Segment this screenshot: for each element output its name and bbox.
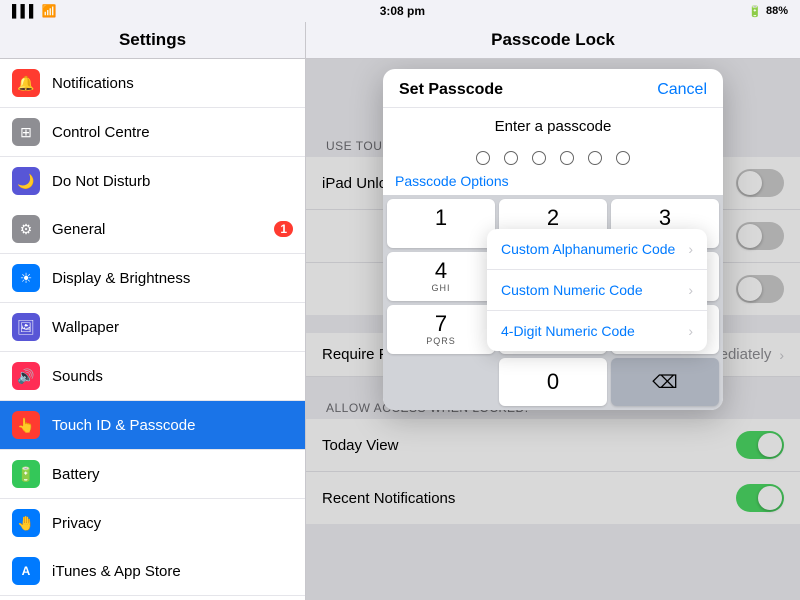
battery-label: Battery (52, 466, 293, 483)
cancel-button[interactable]: Cancel (657, 81, 707, 99)
set-passcode-button[interactable]: Set Passcode (399, 81, 503, 99)
passcode-dots (383, 143, 723, 169)
dropdown-4-digit[interactable]: 4-Digit Numeric Code › (487, 311, 707, 351)
control-centre-label: Control Centre (52, 124, 293, 141)
battery-icon-nav: 🔋 (12, 460, 40, 488)
itunes-icon: A (12, 557, 40, 585)
4-digit-chevron: › (688, 323, 693, 339)
custom-numeric-chevron: › (688, 282, 693, 298)
key-1[interactable]: 1 (387, 199, 495, 248)
key-delete[interactable]: ⌫ (611, 358, 719, 406)
status-time: 3:08 pm (380, 4, 425, 18)
general-icon: ⚙ (12, 215, 40, 243)
status-left: ▌▌▌ 📶 (12, 4, 56, 18)
general-badge: 1 (274, 221, 293, 237)
notifications-label: Notifications (52, 75, 293, 92)
signal-icon: ▌▌▌ (12, 4, 38, 18)
sidebar-item-privacy[interactable]: 🤚 Privacy (0, 499, 305, 547)
wallpaper-label: Wallpaper (52, 319, 293, 336)
key-4[interactable]: 4 GHI (387, 252, 495, 301)
sidebar-item-battery[interactable]: 🔋 Battery (0, 450, 305, 499)
right-panel-title: Passcode Lock (306, 22, 800, 59)
display-brightness-label: Display & Brightness (52, 270, 293, 287)
touch-id-icon: 👆 (12, 411, 40, 439)
general-label: General (52, 221, 274, 238)
passcode-dot-1 (476, 151, 490, 165)
sidebar: Settings 🔔 Notifications ⊞ Control Centr… (0, 22, 306, 600)
right-content: USE TOUCH ID FOR: iPad Unlock Require (306, 59, 800, 600)
key-0[interactable]: 0 (499, 358, 607, 406)
passcode-options-row: Passcode Options Custom Alphanumeric Cod… (383, 169, 723, 195)
passcode-options-button[interactable]: Passcode Options (395, 173, 509, 189)
custom-numeric-label: Custom Numeric Code (501, 282, 643, 298)
sidebar-item-wallpaper[interactable]: 🖼 Wallpaper (0, 303, 305, 352)
sidebar-item-wallet[interactable]: 💳 Wallet & Apple Pay (0, 596, 305, 600)
display-brightness-icon: ☀ (12, 264, 40, 292)
sidebar-title: Settings (0, 22, 305, 59)
delete-icon: ⌫ (652, 372, 677, 393)
battery-icon: 🔋 (748, 5, 762, 18)
battery-percent: 88% (766, 5, 788, 17)
notifications-icon: 🔔 (12, 69, 40, 97)
do-not-disturb-label: Do Not Disturb (52, 173, 293, 190)
sidebar-item-sounds[interactable]: 🔊 Sounds (0, 352, 305, 401)
sidebar-item-general[interactable]: ⚙ General 1 (0, 205, 305, 254)
sidebar-item-itunes[interactable]: A iTunes & App Store (0, 547, 305, 596)
passcode-dot-6 (616, 151, 630, 165)
enter-passcode-label: Enter a passcode (383, 108, 723, 143)
itunes-label: iTunes & App Store (52, 563, 293, 580)
wallpaper-icon: 🖼 (12, 313, 40, 341)
custom-alphanumeric-label: Custom Alphanumeric Code (501, 241, 675, 257)
passcode-dialog: Set Passcode Cancel Enter a passcode (383, 69, 723, 410)
dropdown-custom-alphanumeric[interactable]: Custom Alphanumeric Code › (487, 229, 707, 270)
keypad-row-4: 0 ⌫ (387, 358, 719, 406)
sidebar-item-do-not-disturb[interactable]: 🌙 Do Not Disturb (0, 157, 305, 205)
passcode-dot-2 (504, 151, 518, 165)
status-bar: ▌▌▌ 📶 3:08 pm 🔋 88% (0, 0, 800, 22)
sounds-label: Sounds (52, 368, 293, 385)
status-right: 🔋 88% (748, 5, 788, 18)
passcode-dot-3 (532, 151, 546, 165)
privacy-label: Privacy (52, 515, 293, 532)
passcode-dot-4 (560, 151, 574, 165)
sidebar-item-touch-id-passcode[interactable]: 👆 Touch ID & Passcode (0, 401, 305, 450)
do-not-disturb-icon: 🌙 (12, 167, 40, 195)
passcode-dot-5 (588, 151, 602, 165)
passcode-dropdown: Custom Alphanumeric Code › Custom Numeri… (487, 229, 707, 351)
key-7[interactable]: 7 PQRS (387, 305, 495, 354)
main-layout: Settings 🔔 Notifications ⊞ Control Centr… (0, 22, 800, 600)
sidebar-group-2: ⚙ General 1 ☀ Display & Brightness 🖼 Wal… (0, 205, 305, 547)
touch-id-label: Touch ID & Passcode (52, 417, 293, 434)
dialog-header: Set Passcode Cancel (383, 69, 723, 108)
sidebar-item-control-centre[interactable]: ⊞ Control Centre (0, 108, 305, 157)
sidebar-item-display-brightness[interactable]: ☀ Display & Brightness (0, 254, 305, 303)
sidebar-group-1: 🔔 Notifications ⊞ Control Centre 🌙 Do No… (0, 59, 305, 205)
dropdown-custom-numeric[interactable]: Custom Numeric Code › (487, 270, 707, 311)
sounds-icon: 🔊 (12, 362, 40, 390)
passcode-options-container: Passcode Options Custom Alphanumeric Cod… (383, 169, 723, 195)
sidebar-item-notifications[interactable]: 🔔 Notifications (0, 59, 305, 108)
sidebar-group-3: A iTunes & App Store 💳 Wallet & Apple Pa… (0, 547, 305, 600)
key-empty (387, 358, 495, 406)
wifi-icon: 📶 (42, 4, 57, 18)
4-digit-label: 4-Digit Numeric Code (501, 323, 635, 339)
right-panel: Passcode Lock USE TOUCH ID FOR: iPad Unl… (306, 22, 800, 600)
passcode-overlay: Set Passcode Cancel Enter a passcode (306, 59, 800, 600)
control-centre-icon: ⊞ (12, 118, 40, 146)
custom-alphanumeric-chevron: › (688, 241, 693, 257)
privacy-icon: 🤚 (12, 509, 40, 537)
